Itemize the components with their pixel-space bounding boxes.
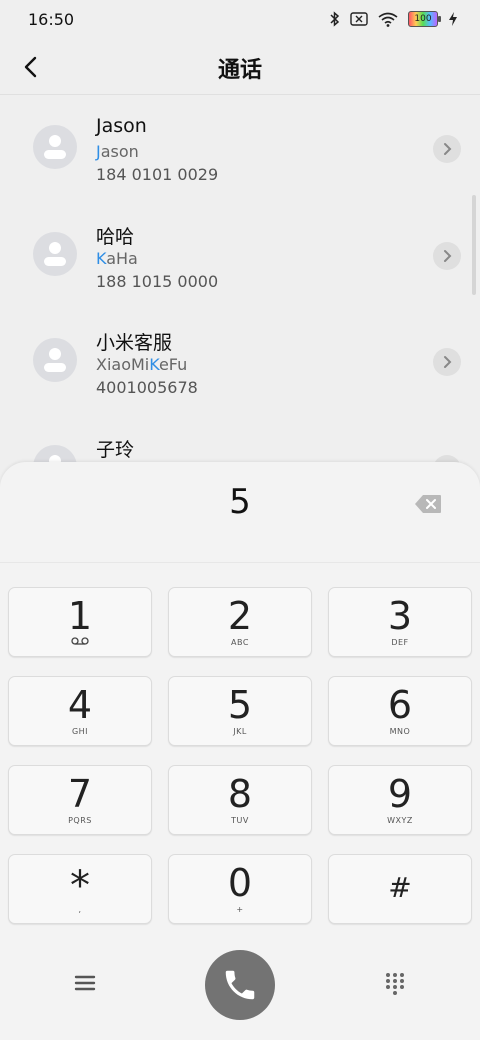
key-digit: * <box>70 863 90 909</box>
contact-pinyin: KaHa <box>96 249 138 268</box>
pinyin-pre: XiaoMi <box>96 355 150 374</box>
key-letters: ABC <box>231 638 249 647</box>
key-digit: 3 <box>387 594 413 638</box>
scrollbar[interactable] <box>472 195 476 295</box>
key-letters: GHI <box>71 727 89 736</box>
key-digit: # <box>388 871 412 904</box>
pinyin-match: K <box>149 355 159 374</box>
pinyin-match: K <box>96 249 107 268</box>
key-letters: JKL <box>233 727 247 736</box>
contact-name: 子玲 <box>96 439 135 461</box>
bluetooth-icon <box>330 11 340 27</box>
key-digit: 5 <box>227 683 253 727</box>
backspace-button[interactable] <box>414 494 442 514</box>
contact-number: 184 0101 0029 <box>96 165 219 184</box>
key-letters: DEF <box>391 638 409 647</box>
contact-item[interactable]: 小米客服 XiaoMiKeFu 4001005678 <box>0 308 480 415</box>
key-5[interactable]: 5 JKL <box>168 676 312 746</box>
voicemail-icon <box>71 637 89 645</box>
dialpad-panel: 5 1 2 ABC 3 DEF 4 GHI 5 JKL 6 MNO 7 PQRS… <box>0 462 480 1040</box>
key-digit: 9 <box>387 772 413 816</box>
battery-level: 100 <box>414 14 432 24</box>
chevron-right-icon <box>444 356 452 368</box>
contact-number: 188 1015 0000 <box>96 272 219 291</box>
status-bar: 16:50 100 <box>0 0 480 40</box>
dialpad-action-bar <box>0 932 480 1032</box>
pinyin-rest: eFu <box>158 355 188 374</box>
contact-list[interactable]: Jason Jason 184 0101 0029 哈哈 KaHa 188 10… <box>0 95 480 465</box>
call-button[interactable] <box>205 950 275 1020</box>
key-9[interactable]: 9 WXYZ <box>328 765 472 835</box>
contact-pinyin: XiaoMiKeFu <box>96 355 187 374</box>
key-star[interactable]: * , <box>8 854 152 924</box>
contact-detail-button[interactable] <box>433 242 461 270</box>
key-digit: 4 <box>67 683 93 727</box>
contact-name: 小米客服 <box>96 332 173 354</box>
key-2[interactable]: 2 ABC <box>168 587 312 657</box>
status-icons: 100 <box>330 11 458 27</box>
sim-off-icon <box>350 12 368 26</box>
menu-icon <box>74 975 96 991</box>
key-4[interactable]: 4 GHI <box>8 676 152 746</box>
page-title: 通话 <box>217 58 262 83</box>
key-letters: , <box>78 905 82 914</box>
menu-button[interactable] <box>72 972 98 994</box>
key-digit: 7 <box>67 772 93 816</box>
key-3[interactable]: 3 DEF <box>328 587 472 657</box>
title-bar: 通话 <box>0 40 480 95</box>
key-8[interactable]: 8 TUV <box>168 765 312 835</box>
contact-number: 4001005678 <box>96 378 198 397</box>
key-digit: 8 <box>227 772 253 816</box>
contact-item[interactable]: 子玲 <box>0 415 480 465</box>
contact-item[interactable]: 哈哈 KaHa 188 1015 0000 <box>0 202 480 309</box>
key-digit: 1 <box>67 594 93 638</box>
keypad-toggle-button[interactable] <box>384 972 406 996</box>
key-digit: 0 <box>227 861 253 905</box>
key-0[interactable]: 0 + <box>168 854 312 924</box>
contact-detail-button[interactable] <box>433 135 461 163</box>
divider <box>0 562 480 563</box>
avatar <box>33 232 77 276</box>
phone-icon <box>225 970 255 1000</box>
chevron-right-icon <box>444 143 452 155</box>
key-7[interactable]: 7 PQRS <box>8 765 152 835</box>
key-digit: 6 <box>387 683 413 727</box>
contact-pinyin: Jason <box>96 142 139 161</box>
contact-item[interactable]: Jason Jason 184 0101 0029 <box>0 95 480 202</box>
contact-name: Jason <box>96 115 147 137</box>
dial-number-display: 5 <box>229 482 251 522</box>
pinyin-rest: aHa <box>106 249 138 268</box>
key-letters: MNO <box>389 727 411 736</box>
key-digit: 2 <box>227 594 253 638</box>
dialpad-icon <box>386 973 404 995</box>
key-letters: PQRS <box>68 816 92 825</box>
key-1[interactable]: 1 <box>8 587 152 657</box>
battery-icon: 100 <box>408 11 441 27</box>
chevron-right-icon <box>444 250 452 262</box>
wifi-icon <box>378 12 398 27</box>
backspace-icon <box>415 495 441 513</box>
key-hash[interactable]: # <box>328 854 472 924</box>
key-letters: TUV <box>231 816 249 825</box>
pinyin-rest: ason <box>100 142 139 161</box>
key-letters: WXYZ <box>387 816 413 825</box>
contact-name: 哈哈 <box>96 226 135 248</box>
avatar <box>33 338 77 382</box>
charging-icon <box>448 11 458 27</box>
contact-detail-button[interactable] <box>433 348 461 376</box>
status-time: 16:50 <box>28 10 75 29</box>
key-letters: + <box>236 905 244 914</box>
key-6[interactable]: 6 MNO <box>328 676 472 746</box>
avatar <box>33 125 77 169</box>
